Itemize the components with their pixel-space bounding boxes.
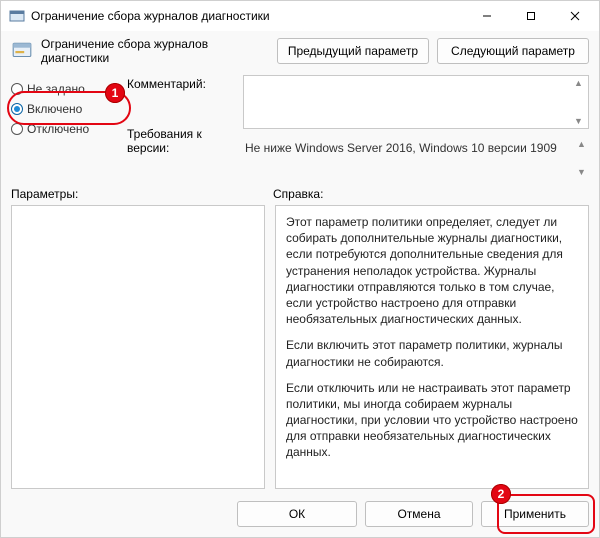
radio-dot-icon (11, 123, 23, 135)
requirements-value: Не ниже Windows Server 2016, Windows 10 … (245, 141, 557, 155)
apply-button[interactable]: Применить (481, 501, 589, 527)
annotation-badge-2: 2 (491, 484, 511, 504)
footer-buttons: ОК Отмена Применить 2 (1, 493, 599, 537)
header-row: Ограничение сбора журналов диагностики П… (1, 31, 599, 75)
comment-label: Комментарий: (127, 77, 237, 91)
help-paragraph: Если включить этот параметр политики, жу… (286, 337, 578, 369)
scroll-up-icon: ▲ (571, 78, 586, 88)
scrollbar[interactable]: ▲▼ (571, 78, 586, 126)
parameters-panel (11, 205, 265, 489)
scroll-down-icon: ▼ (574, 167, 589, 177)
requirements-label: Требования к версии: (127, 127, 237, 155)
section-labels: Параметры: Справка: (1, 183, 599, 205)
help-paragraph: Если отключить или не настраивать этот п… (286, 380, 578, 461)
scroll-down-icon: ▼ (571, 116, 586, 126)
app-icon (9, 8, 25, 24)
minimize-button[interactable] (465, 1, 509, 31)
field-values-column: ▲▼ Не ниже Windows Server 2016, Windows … (243, 75, 589, 177)
help-panel: Этот параметр политики определяет, следу… (275, 205, 589, 489)
scroll-up-icon: ▲ (574, 139, 589, 149)
close-button[interactable] (553, 1, 597, 31)
gpo-editor-window: Ограничение сбора журналов диагностики О… (0, 0, 600, 538)
radio-dot-icon (11, 103, 23, 115)
radio-label: Отключено (27, 122, 89, 136)
parameters-label: Параметры: (11, 187, 273, 201)
cancel-button[interactable]: Отмена (365, 501, 473, 527)
scrollbar[interactable]: ▲▼ (574, 139, 589, 177)
state-radio-group: Не задано Включено Отключено 1 (11, 75, 121, 177)
comment-textarea[interactable]: ▲▼ (243, 75, 589, 129)
titlebar: Ограничение сбора журналов диагностики (1, 1, 599, 31)
radio-label: Не задано (27, 82, 85, 96)
policy-title: Ограничение сбора журналов диагностики (41, 37, 269, 65)
help-paragraph: Этот параметр политики определяет, следу… (286, 214, 578, 327)
radio-dot-icon (11, 83, 23, 95)
policy-icon (11, 40, 33, 62)
help-label: Справка: (273, 187, 323, 201)
maximize-button[interactable] (509, 1, 553, 31)
annotation-badge-1: 1 (105, 83, 125, 103)
next-setting-button[interactable]: Следующий параметр (437, 38, 589, 64)
radio-enabled[interactable]: Включено (11, 99, 121, 119)
requirements-textarea: Не ниже Windows Server 2016, Windows 10 … (243, 139, 589, 177)
window-title: Ограничение сбора журналов диагностики (31, 9, 465, 23)
ok-button[interactable]: ОК (237, 501, 357, 527)
previous-setting-button[interactable]: Предыдущий параметр (277, 38, 429, 64)
radio-label: Включено (27, 102, 82, 116)
panels-row: Этот параметр политики определяет, следу… (1, 205, 599, 493)
radio-disabled[interactable]: Отключено (11, 119, 121, 139)
field-labels-column: Комментарий: Требования к версии: (127, 75, 237, 177)
config-area: Не задано Включено Отключено 1 Комментар… (1, 75, 599, 183)
